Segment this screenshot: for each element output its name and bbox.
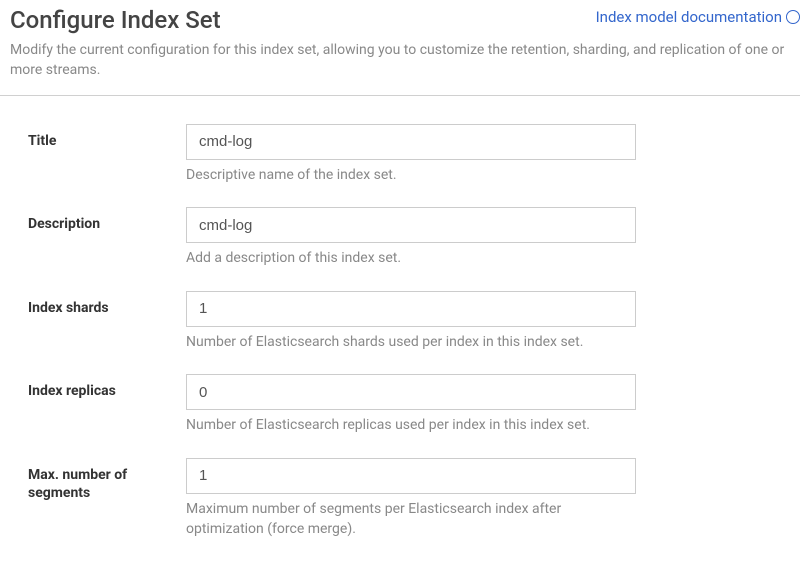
title-field-wrap: Descriptive name of the index set. bbox=[186, 124, 636, 186]
form-row-description: Description Add a description of this in… bbox=[28, 207, 790, 269]
description-input[interactable] bbox=[186, 207, 636, 243]
replicas-help: Number of Elasticsearch replicas used pe… bbox=[186, 416, 636, 436]
shards-help: Number of Elasticsearch shards used per … bbox=[186, 333, 636, 353]
title-help: Descriptive name of the index set. bbox=[186, 166, 636, 186]
segments-input[interactable] bbox=[186, 458, 636, 494]
help-icon bbox=[786, 10, 800, 24]
replicas-field-wrap: Number of Elasticsearch replicas used pe… bbox=[186, 374, 636, 436]
segments-field-wrap: Maximum number of segments per Elasticse… bbox=[186, 458, 636, 539]
doc-link-label: Index model documentation bbox=[596, 8, 782, 26]
segments-help: Maximum number of segments per Elasticse… bbox=[186, 500, 636, 539]
page-description: Modify the current configuration for thi… bbox=[10, 40, 790, 81]
form-row-segments: Max. number of segments Maximum number o… bbox=[28, 458, 790, 539]
title-label: Title bbox=[28, 124, 186, 186]
form-row-shards: Index shards Number of Elasticsearch sha… bbox=[28, 291, 790, 353]
page-header: Configure Index Set Index model document… bbox=[0, 0, 800, 96]
replicas-label: Index replicas bbox=[28, 374, 186, 436]
replicas-input[interactable] bbox=[186, 374, 636, 410]
form-row-replicas: Index replicas Number of Elasticsearch r… bbox=[28, 374, 790, 436]
segments-label: Max. number of segments bbox=[28, 458, 186, 539]
form-row-title: Title Descriptive name of the index set. bbox=[28, 124, 790, 186]
shards-field-wrap: Number of Elasticsearch shards used per … bbox=[186, 291, 636, 353]
shards-label: Index shards bbox=[28, 291, 186, 353]
doc-link[interactable]: Index model documentation bbox=[596, 8, 800, 26]
shards-input[interactable] bbox=[186, 291, 636, 327]
description-label: Description bbox=[28, 207, 186, 269]
description-help: Add a description of this index set. bbox=[186, 249, 636, 269]
title-input[interactable] bbox=[186, 124, 636, 160]
description-field-wrap: Add a description of this index set. bbox=[186, 207, 636, 269]
